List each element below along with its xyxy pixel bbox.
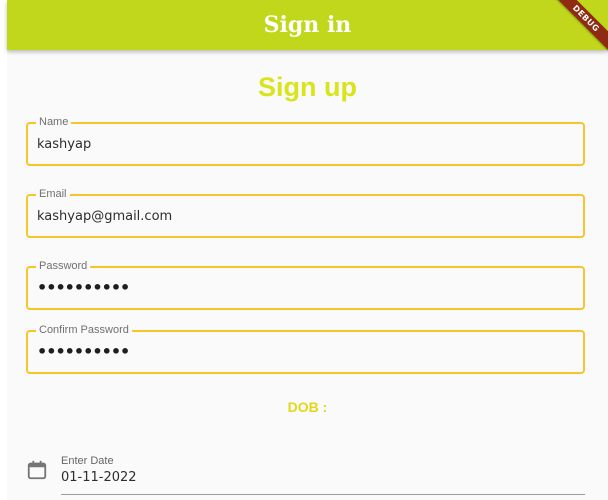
password-field[interactable]: Password ••••••••••	[26, 259, 585, 310]
date-picker-row[interactable]: Enter Date 01-11-2022	[26, 454, 585, 496]
email-field-value: kashyap@gmail.com	[37, 209, 173, 224]
calendar-icon[interactable]	[26, 459, 48, 481]
dob-label: DOB :	[287, 399, 328, 415]
password-field-value: ••••••••••	[37, 278, 130, 297]
name-field-label: Name	[36, 115, 72, 129]
app-bar-title: Sign in	[263, 12, 352, 38]
calendar-icon-svg	[27, 460, 47, 480]
confirm-password-field-label: Confirm Password	[36, 323, 132, 337]
app-bar: Sign in	[7, 0, 608, 50]
password-field-label: Password	[36, 259, 91, 273]
email-field-label: Email	[36, 187, 70, 201]
date-input-value: 01-11-2022	[61, 470, 137, 485]
name-field-value: kashyap	[37, 137, 92, 152]
date-input[interactable]: Enter Date 01-11-2022	[61, 454, 585, 495]
confirm-password-field-value: ••••••••••	[37, 342, 130, 361]
email-field[interactable]: Email kashyap@gmail.com	[26, 187, 585, 238]
app-window: Sign in DEBUG Sign up Name kashyap Email…	[0, 0, 608, 500]
name-field[interactable]: Name kashyap	[26, 115, 585, 166]
page-body: Sign up Name kashyap Email kashyap@gmail…	[7, 50, 608, 500]
date-input-label: Enter Date	[61, 455, 114, 467]
page-heading: Sign up	[258, 72, 357, 102]
confirm-password-field[interactable]: Confirm Password ••••••••••	[26, 323, 585, 374]
